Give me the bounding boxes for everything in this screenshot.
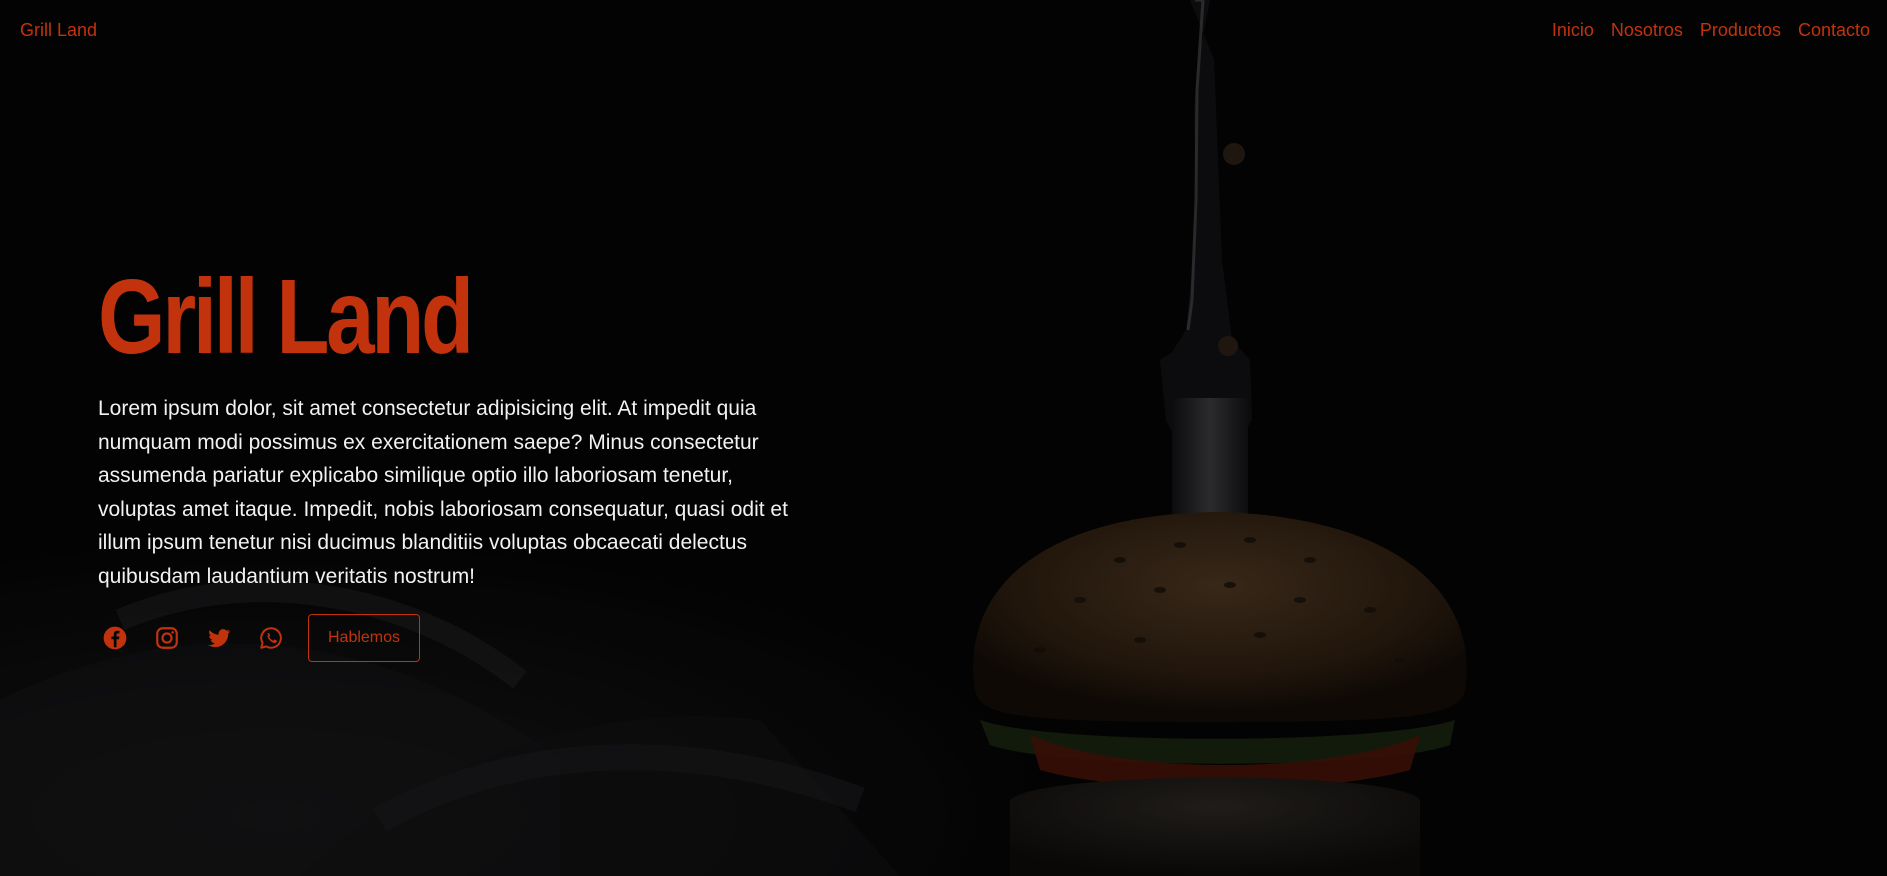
navbar: Grill Land Inicio Nosotros Productos Con… [0,0,1887,64]
whatsapp-icon[interactable] [254,621,288,655]
nav-link-productos[interactable]: Productos [1700,20,1781,41]
nav-link-inicio[interactable]: Inicio [1552,20,1594,41]
instagram-icon[interactable] [150,621,184,655]
facebook-icon[interactable] [98,621,132,655]
hero-section: Grill Land Lorem ipsum dolor, sit amet c… [98,262,798,662]
page: Grill Land Inicio Nosotros Productos Con… [0,0,1887,876]
nav-link-nosotros[interactable]: Nosotros [1611,20,1683,41]
hablemos-button[interactable]: Hablemos [308,613,421,662]
twitter-icon[interactable] [202,621,236,655]
hero-actions: Hablemos [98,613,798,662]
nav-link-contacto[interactable]: Contacto [1798,20,1870,41]
hero-description: Lorem ipsum dolor, sit amet consectetur … [98,397,788,588]
brand-logo-link[interactable]: Grill Land [20,20,97,41]
nav-links: Inicio Nosotros Productos Contacto [1552,20,1870,41]
hero-title: Grill Land [98,258,474,376]
